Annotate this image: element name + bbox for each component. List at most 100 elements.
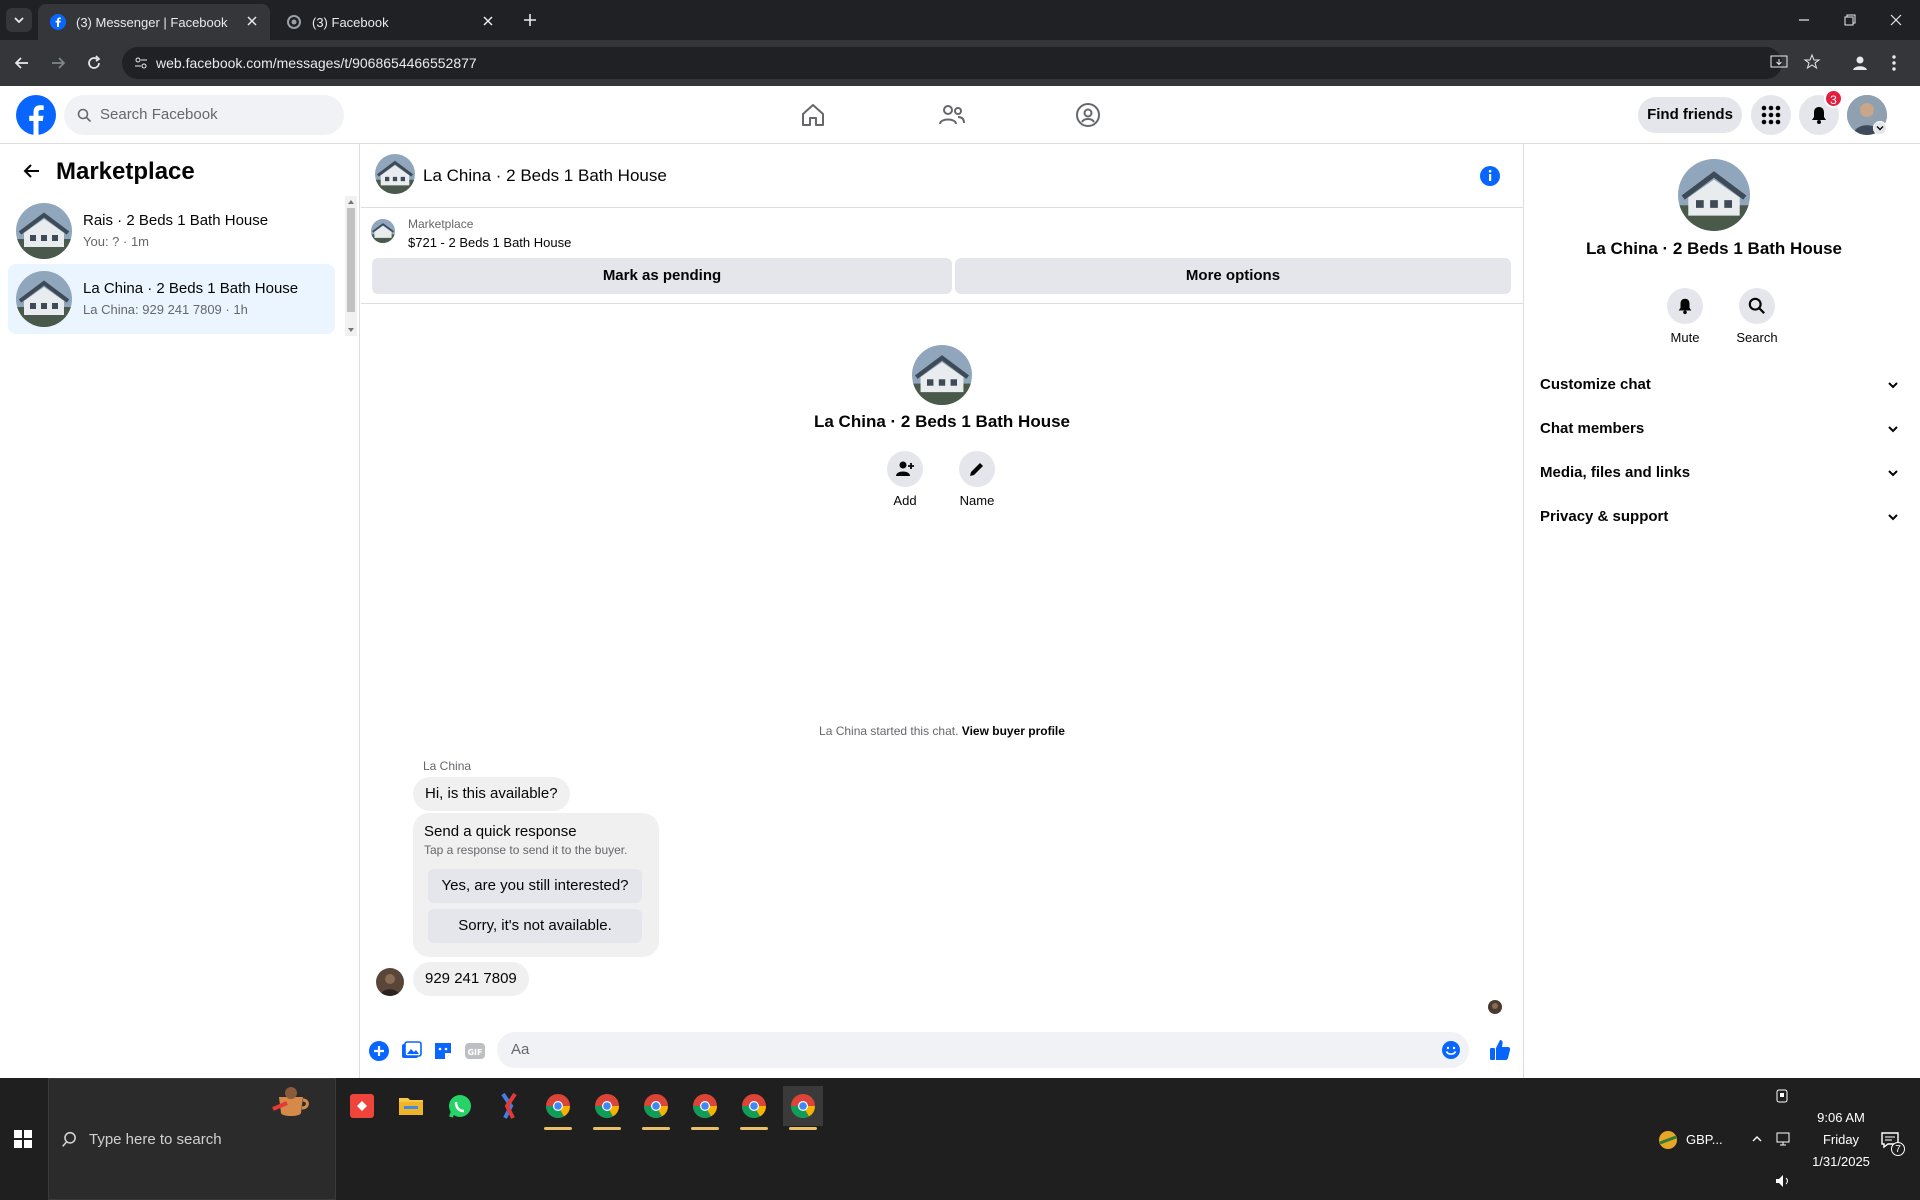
menu-button[interactable] <box>1751 95 1791 135</box>
groups-icon[interactable] <box>1074 101 1102 129</box>
chat-profile-name: La China · 2 Beds 1 Bath House <box>814 412 1070 431</box>
currency-widget-icon[interactable] <box>1656 1128 1680 1152</box>
conversation-item[interactable]: La China · 2 Beds 1 Bath House La China:… <box>8 264 335 334</box>
taskbar-app-chrome-5[interactable] <box>734 1086 774 1130</box>
tab-list-dropdown[interactable] <box>6 8 32 32</box>
tray-device-icon[interactable] <box>1774 1088 1790 1104</box>
new-tab-icon[interactable] <box>520 10 540 30</box>
listing-title[interactable]: $721 - 2 Beds 1 Bath House <box>408 235 571 250</box>
more-options-button[interactable]: More options <box>955 258 1511 294</box>
site-info-icon[interactable] <box>134 56 148 70</box>
chevron-down-icon <box>1876 126 1884 131</box>
mark-as-pending-button[interactable]: Mark as pending <box>372 258 952 294</box>
message-bubble[interactable]: 929 241 7809 <box>413 962 529 996</box>
chat-members-section[interactable]: Chat members <box>1540 420 1900 437</box>
mute-button[interactable]: Mute <box>1665 288 1705 348</box>
search-input[interactable]: Search Facebook <box>64 95 344 135</box>
grid-menu-icon <box>1761 105 1781 125</box>
account-chevron[interactable] <box>1873 121 1887 135</box>
reload-icon[interactable] <box>84 53 104 73</box>
conversation-name: Rais · 2 Beds 1 Bath House <box>83 212 269 229</box>
friends-icon[interactable] <box>938 101 966 129</box>
privacy-support-section[interactable]: Privacy & support <box>1540 508 1900 525</box>
restore-icon[interactable] <box>1842 12 1858 28</box>
conversation-avatar <box>16 271 72 327</box>
house-photo-icon <box>16 203 72 259</box>
notification-badge: 3 <box>1824 89 1843 108</box>
gif-icon[interactable]: GIF <box>464 1040 486 1062</box>
close-tab-icon[interactable] <box>244 13 260 29</box>
bookmark-star-icon[interactable] <box>1803 53 1821 71</box>
address-bar[interactable]: web.facebook.com/messages/t/906865446655… <box>122 47 1782 79</box>
emoji-icon[interactable] <box>1441 1040 1461 1060</box>
chevron-down-icon <box>1888 382 1898 389</box>
facebook-logo-icon[interactable] <box>16 95 56 135</box>
browser-menu-icon[interactable] <box>1890 53 1898 73</box>
home-icon[interactable] <box>799 101 827 129</box>
close-window-icon[interactable] <box>1888 12 1904 28</box>
edit-name-button[interactable]: Name <box>957 451 997 511</box>
taskbar-app-tool[interactable] <box>489 1086 529 1126</box>
taskbar-app-chrome-4[interactable] <box>685 1086 725 1130</box>
taskbar-app-file-explorer[interactable] <box>391 1086 431 1126</box>
volume-icon[interactable] <box>1774 1172 1792 1190</box>
chat-title[interactable]: La China · 2 Beds 1 Bath House <box>423 166 667 186</box>
scrollbar-thumb[interactable] <box>347 208 355 312</box>
thumbs-up-icon[interactable] <box>1488 1038 1512 1062</box>
minimize-icon[interactable] <box>1796 12 1812 28</box>
quick-response-sorry-button[interactable]: Sorry, it's not available. <box>428 909 642 943</box>
back-icon[interactable] <box>12 53 32 73</box>
view-buyer-profile-link[interactable]: View buyer profile <box>962 724 1065 738</box>
plus-circle-icon[interactable] <box>368 1040 390 1062</box>
taskbar-app-whatsapp[interactable] <box>440 1086 480 1126</box>
clock-date[interactable]: 1/31/2025 <box>1806 1154 1876 1169</box>
taskbar-search-input[interactable]: Type here to search <box>48 1078 336 1200</box>
search-icon <box>62 1131 76 1147</box>
taskbar-app-chrome-3[interactable] <box>636 1086 676 1130</box>
user-photo-icon <box>1488 1000 1502 1014</box>
house-photo-icon <box>375 154 415 194</box>
taskbar-app-chrome-1[interactable] <box>538 1086 578 1130</box>
profile-icon[interactable] <box>1850 53 1870 73</box>
taskbar-app-chrome-6[interactable] <box>783 1086 823 1130</box>
conversation-item[interactable]: Rais · 2 Beds 1 Bath House You: ? · 1m <box>8 196 335 266</box>
customize-chat-section[interactable]: Customize chat <box>1540 376 1900 393</box>
search-in-chat-button[interactable]: Search <box>1736 288 1778 348</box>
back-arrow-icon[interactable] <box>22 161 42 181</box>
find-friends-button[interactable]: Find friends <box>1638 97 1742 133</box>
clock-time[interactable]: 9:06 AM <box>1806 1110 1876 1125</box>
chat-avatar[interactable] <box>375 154 415 194</box>
install-app-icon[interactable] <box>1770 54 1788 72</box>
url-text: web.facebook.com/messages/t/906865446655… <box>156 55 477 71</box>
chrome-icon <box>595 1094 619 1119</box>
quick-response-yes-button[interactable]: Yes, are you still interested? <box>428 869 642 903</box>
clock-day[interactable]: Friday <box>1806 1132 1876 1147</box>
scroll-down-icon[interactable] <box>345 324 357 336</box>
scroll-up-icon[interactable] <box>345 196 357 208</box>
add-people-button[interactable]: Add <box>885 451 925 511</box>
message-input[interactable]: Aa <box>497 1032 1469 1068</box>
forward-icon[interactable] <box>48 53 68 73</box>
pencil-icon <box>970 463 983 476</box>
tab-messenger[interactable]: (3) Messenger | Facebook <box>38 4 270 40</box>
details-name: La China · 2 Beds 1 Bath House <box>1586 239 1842 258</box>
add-label: Add <box>893 493 917 508</box>
listing-thumbnail[interactable] <box>371 219 395 243</box>
sticker-icon[interactable] <box>432 1040 454 1062</box>
network-icon[interactable] <box>1774 1130 1792 1148</box>
chevron-up-icon[interactable] <box>1750 1132 1764 1146</box>
taskbar-app-anydesk[interactable] <box>342 1086 382 1126</box>
search-label: Search <box>1736 330 1778 345</box>
close-tab-icon[interactable] <box>480 13 496 29</box>
photo-icon[interactable] <box>400 1040 422 1062</box>
media-files-links-section[interactable]: Media, files and links <box>1540 464 1900 481</box>
message-bubble[interactable]: Hi, is this available? <box>413 777 570 811</box>
scrollbar[interactable] <box>345 196 357 336</box>
section-label: Media, files and links <box>1540 464 1691 481</box>
info-icon[interactable] <box>1479 165 1501 187</box>
currency-widget-label[interactable]: GBP... <box>1686 1132 1723 1147</box>
tab-facebook[interactable]: (3) Facebook <box>274 4 506 40</box>
windows-start-icon[interactable] <box>14 1130 32 1148</box>
chevron-down-icon <box>14 17 24 24</box>
taskbar-app-chrome-2[interactable] <box>587 1086 627 1130</box>
